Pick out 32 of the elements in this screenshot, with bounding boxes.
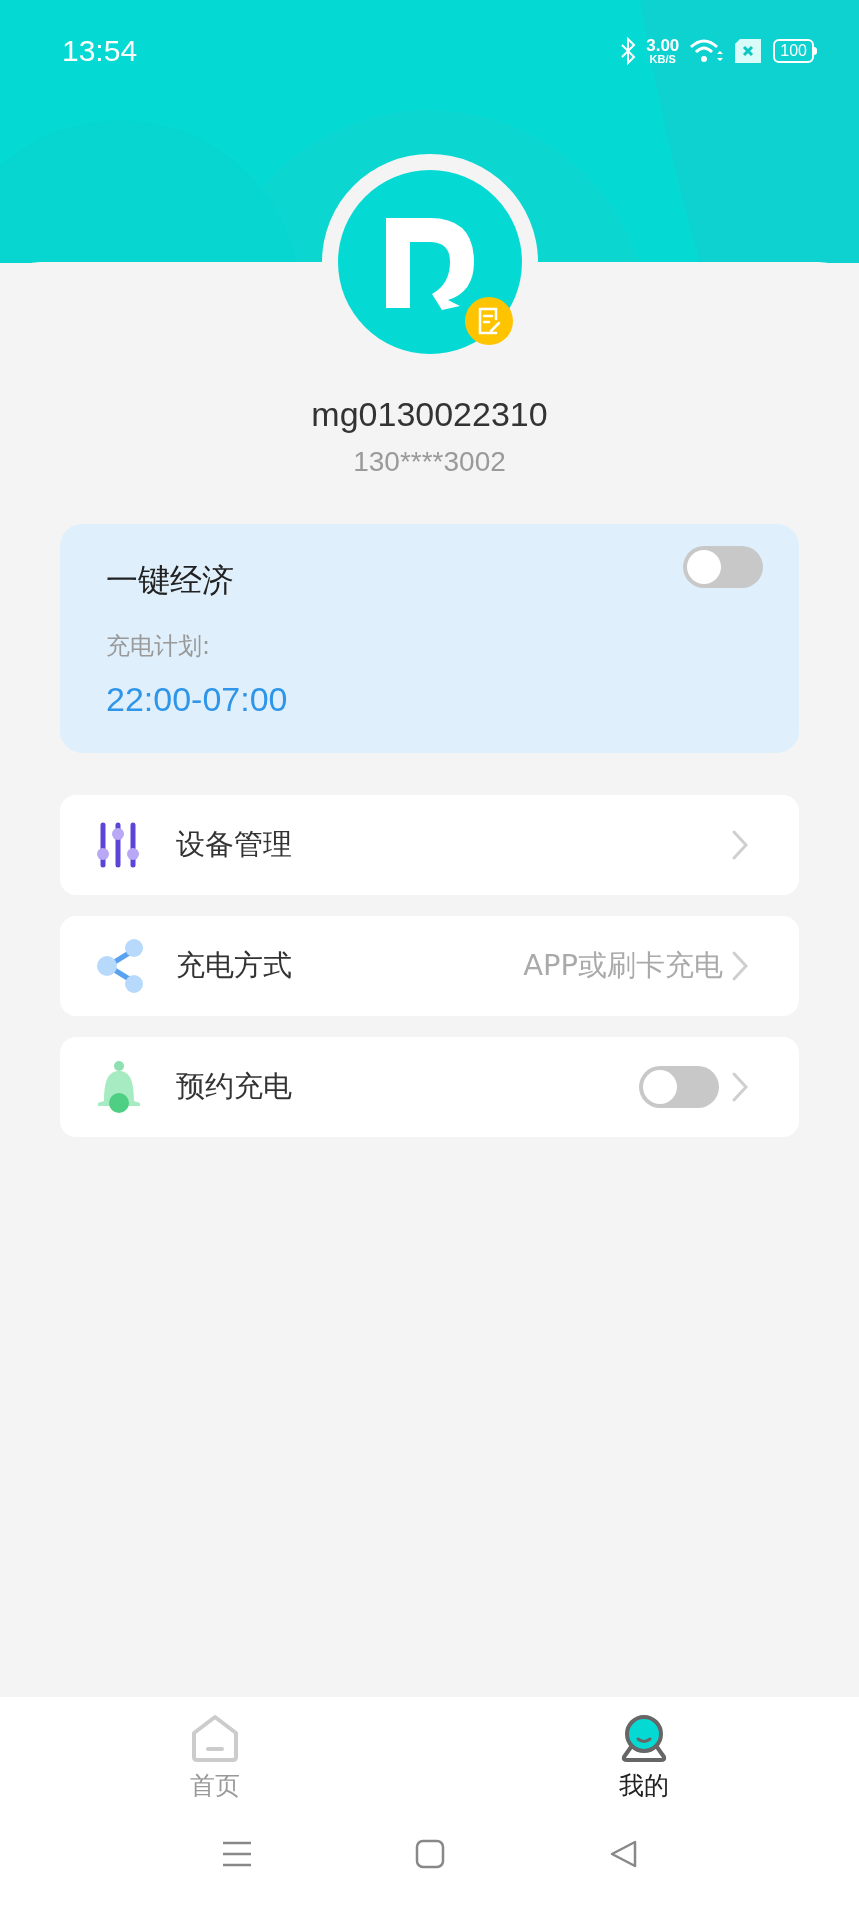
plan-time: 22:00-07:00	[106, 679, 289, 720]
home-icon	[189, 1713, 240, 1763]
plan-label: 充电计划:	[106, 631, 212, 662]
chevron-right-icon	[731, 829, 749, 861]
network-unit: KB/S	[649, 53, 676, 65]
menu-item[interactable]: 预约充电	[60, 1037, 799, 1137]
home-button-icon[interactable]	[414, 1838, 445, 1869]
bluetooth-icon	[620, 36, 637, 65]
toggle-switch[interactable]	[683, 546, 763, 588]
menu-value: APP或刷卡充电	[523, 947, 723, 985]
status-time: 13:54	[62, 33, 138, 69]
wifi-icon	[689, 36, 724, 65]
person-icon	[621, 1713, 668, 1763]
sliders-icon	[96, 822, 140, 868]
economy-title: 一键经济	[106, 560, 234, 601]
chevron-right-icon	[731, 950, 749, 982]
menu-label: 预约充电	[176, 1068, 292, 1106]
sim-card-icon	[733, 37, 764, 64]
menu-label: 充电方式	[176, 947, 292, 985]
edit-icon[interactable]	[464, 297, 513, 345]
share-icon	[96, 938, 146, 994]
toggle-switch[interactable]	[639, 1066, 719, 1108]
username: mg0130022310	[311, 394, 548, 435]
battery-indicator: 100	[773, 38, 817, 63]
bell-icon	[96, 1061, 142, 1113]
menu-label: 设备管理	[176, 826, 292, 864]
tab[interactable]: 我的	[429, 1713, 859, 1805]
phone-number: 130****3002	[353, 445, 506, 479]
menu-item[interactable]: 设备管理	[60, 795, 799, 895]
chevron-right-icon	[731, 1071, 749, 1103]
network-speed: 3.00	[646, 36, 680, 54]
menu-item[interactable]: 充电方式 APP或刷卡充电	[60, 916, 799, 1016]
